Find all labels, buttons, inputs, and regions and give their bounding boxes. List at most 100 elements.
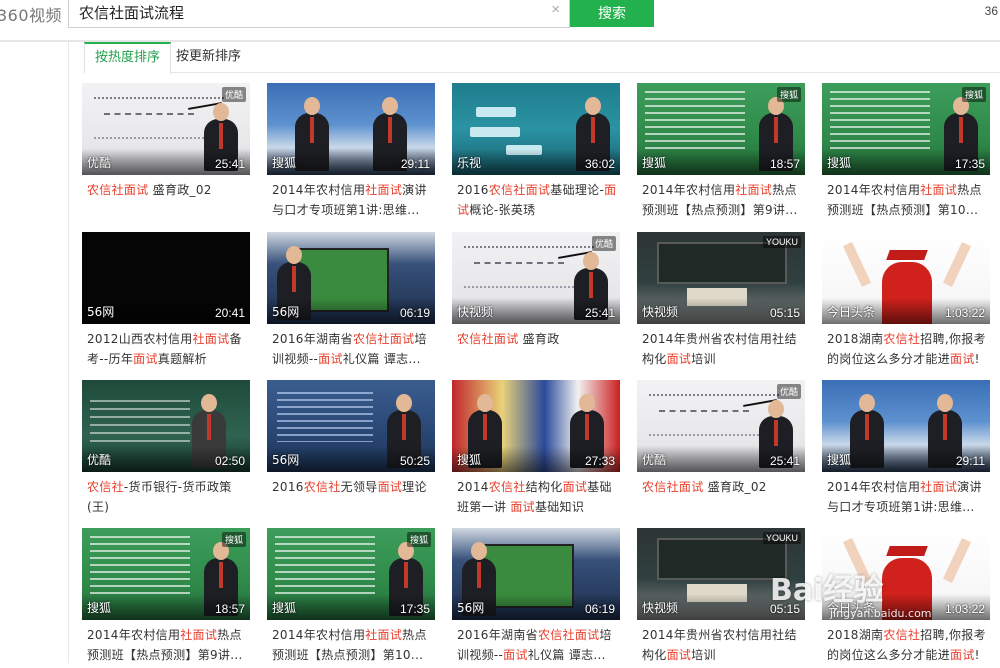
video-card[interactable]: 搜狐 29:11 2014年农村信用社面试演讲与口才专项班第1讲:思维... — [822, 380, 990, 520]
video-thumbnail[interactable]: 搜狐 29:11 — [822, 380, 990, 472]
title-text: 2014年贵州省农村信用社结构化 — [642, 628, 797, 662]
video-card[interactable]: 56网 50:25 2016农信社无领导面试理论 — [267, 380, 435, 520]
site-logo[interactable]: 360视频 — [0, 2, 62, 26]
title-text: 2018湖南 — [827, 628, 884, 642]
clear-icon[interactable]: × — [551, 1, 560, 18]
title-keyword-highlight: 面试 — [503, 648, 528, 662]
tab-sort-by-popularity[interactable]: 按热度排序 — [84, 42, 172, 74]
title-text: 礼仪篇 谭志... — [527, 648, 606, 662]
video-source-label: 搜狐 — [272, 156, 297, 170]
title-text: 2014年农村信用 — [827, 183, 921, 197]
video-card[interactable]: 搜狐 29:11 2014年农村信用社面试演讲与口才专项班第1讲:思维... — [267, 83, 435, 223]
video-card[interactable]: YOUKU 快视频 05:15 2014年贵州省农村信用社结构化面试培训 — [637, 232, 805, 372]
search-input-value[interactable]: 农信社面试流程 — [79, 2, 184, 23]
video-title-link[interactable]: 2016农信社无领导面试理论 — [272, 477, 434, 497]
video-title-link[interactable]: 2016年湖南省农信社面试培训视频--面试礼仪篇 谭志... — [272, 329, 434, 369]
video-source-label: 搜狐 — [272, 601, 297, 615]
video-thumbnail[interactable]: 56网 06:19 — [452, 528, 620, 620]
title-text: 2014年贵州省农村信用社结构化 — [642, 332, 797, 366]
video-title-link[interactable]: 2018湖南农信社招聘,你报考的岗位这么多分才能进面试! — [827, 329, 989, 369]
video-title-link[interactable]: 2014年贵州省农村信用社结构化面试培训 — [642, 625, 804, 665]
video-card[interactable]: 乐视 36:02 2016农信社面试基础理论-面试概论-张英琇 — [452, 83, 620, 223]
video-source-label: 乐视 — [457, 156, 482, 170]
video-card[interactable]: 优酷 优酷 25:41 农信社面试 盛育政_02 — [82, 83, 250, 223]
video-thumbnail[interactable]: 搜狐 搜狐 18:57 — [82, 528, 250, 620]
video-card[interactable]: 优酷 快视频 25:41 农信社面试 盛育政 — [452, 232, 620, 372]
video-card[interactable]: 56网 20:41 2012山西农村信用社面试备考--历年面试真题解析 — [82, 232, 250, 372]
video-duration: 50:25 — [399, 454, 430, 468]
video-thumbnail[interactable]: 今日头条 1:03:22 — [822, 232, 990, 324]
video-title-link[interactable]: 农信社-货币银行-货币政策(王) — [87, 477, 249, 517]
video-card[interactable]: 搜狐 27:33 2014农信社结构化面试基础班第一讲 面试基础知识 — [452, 380, 620, 520]
video-source-label: 56网 — [87, 305, 115, 319]
title-text: 基础知识 — [534, 500, 585, 514]
video-title-link[interactable]: 农信社面试 盛育政 — [457, 329, 619, 349]
video-card[interactable]: 搜狐 搜狐 17:35 2014年农村信用社面试热点预测班【热点预测】第10... — [267, 528, 435, 668]
title-text: 2014 — [457, 480, 489, 494]
title-keyword-highlight: 面试 — [377, 480, 403, 494]
video-duration: 25:41 — [769, 454, 800, 468]
video-title-link[interactable]: 2014年农村信用社面试热点预测班【热点预测】第9讲... — [642, 180, 804, 220]
video-title-link[interactable]: 2014年农村信用社面试热点预测班【热点预测】第9讲... — [87, 625, 249, 665]
video-thumbnail[interactable]: 56网 06:19 — [267, 232, 435, 324]
title-text: 培训 — [691, 352, 716, 366]
video-card[interactable]: 搜狐 搜狐 18:57 2014年农村信用社面试热点预测班【热点预测】第9讲... — [82, 528, 250, 668]
video-card[interactable]: 56网 06:19 2016年湖南省农信社面试培训视频--面试礼仪篇 谭志... — [452, 528, 620, 668]
video-title-link[interactable]: 2018湖南农信社招聘,你报考的岗位这么多分才能进面试! — [827, 625, 989, 665]
title-keyword-highlight: 农信社 — [87, 480, 124, 494]
video-source-label: 56网 — [272, 305, 300, 319]
search-input[interactable]: 农信社面试流程 × — [68, 0, 570, 28]
video-source-label: 快视频 — [642, 305, 679, 319]
video-card[interactable]: 搜狐 搜狐 18:57 2014年农村信用社面试热点预测班【热点预测】第9讲... — [637, 83, 805, 223]
video-title-link[interactable]: 农信社面试 盛育政_02 — [642, 477, 804, 497]
video-card[interactable]: 优酷 优酷 25:41 农信社面试 盛育政_02 — [637, 380, 805, 520]
video-thumbnail[interactable]: 搜狐 搜狐 17:35 — [267, 528, 435, 620]
title-keyword-highlight: 农信社面试 — [537, 628, 600, 642]
video-title-link[interactable]: 2014年农村信用社面试演讲与口才专项班第1讲:思维... — [272, 180, 434, 220]
video-thumbnail[interactable]: 搜狐 搜狐 17:35 — [822, 83, 990, 175]
title-keyword-highlight: 农信社面试 — [352, 332, 415, 346]
video-card[interactable]: 搜狐 搜狐 17:35 2014年农村信用社面试热点预测班【热点预测】第10... — [822, 83, 990, 223]
title-text: 2014年农村信用 — [87, 628, 181, 642]
video-title-link[interactable]: 2012山西农村信用社面试备考--历年面试真题解析 — [87, 329, 249, 369]
video-thumbnail[interactable]: 56网 20:41 — [82, 232, 250, 324]
sort-tabs: 按热度排序 按更新排序 — [84, 42, 1000, 74]
video-title-link[interactable]: 2016年湖南省农信社面试培训视频--面试礼仪篇 谭志... — [457, 625, 619, 665]
video-title-link[interactable]: 2014年贵州省农村信用社结构化面试培训 — [642, 329, 804, 369]
title-text: 盛育政 — [518, 332, 560, 346]
video-thumbnail[interactable]: YOUKU 快视频 05:15 — [637, 232, 805, 324]
video-thumbnail[interactable]: 乐视 36:02 — [452, 83, 620, 175]
video-title-link[interactable]: 2014年农村信用社面试演讲与口才专项班第1讲:思维... — [827, 477, 989, 517]
video-title-link[interactable]: 2014年农村信用社面试热点预测班【热点预测】第10... — [272, 625, 434, 665]
title-text: 2014年农村信用 — [642, 183, 736, 197]
video-duration: 29:11 — [400, 157, 430, 171]
tab-sort-by-update[interactable]: 按更新排序 — [166, 42, 251, 72]
video-duration: 27:33 — [584, 454, 615, 468]
title-text: 理论 — [402, 480, 427, 494]
video-thumbnail[interactable]: 优酷 快视频 25:41 — [452, 232, 620, 324]
video-thumbnail[interactable]: 搜狐 搜狐 18:57 — [637, 83, 805, 175]
search-button[interactable]: 搜索 — [570, 0, 654, 27]
video-card[interactable]: 今日头条 1:03:22 2018湖南农信社招聘,你报考的岗位这么多分才能进面试! — [822, 232, 990, 372]
video-title-link[interactable]: 2016农信社面试基础理论-面试概论-张英琇 — [457, 180, 619, 220]
video-source-label: 搜狐 — [827, 453, 852, 467]
title-text: 2016 — [272, 480, 304, 494]
video-duration: 06:19 — [584, 602, 615, 616]
video-title-link[interactable]: 农信社面试 盛育政_02 — [87, 180, 249, 200]
video-thumbnail[interactable]: 优酷 优酷 25:41 — [637, 380, 805, 472]
title-keyword-highlight: 社面试 — [365, 628, 403, 642]
video-thumbnail[interactable]: 优酷 02:50 — [82, 380, 250, 472]
video-card[interactable]: 56网 06:19 2016年湖南省农信社面试培训视频--面试礼仪篇 谭志... — [267, 232, 435, 372]
video-thumbnail[interactable]: 优酷 优酷 25:41 — [82, 83, 250, 175]
video-card[interactable]: 优酷 02:50 农信社-货币银行-货币政策(王) — [82, 380, 250, 520]
title-keyword-highlight: 面试 — [133, 352, 158, 366]
video-thumbnail[interactable]: 56网 50:25 — [267, 380, 435, 472]
video-title-link[interactable]: 2014年农村信用社面试热点预测班【热点预测】第10... — [827, 180, 989, 220]
video-thumbnail[interactable]: 搜狐 29:11 — [267, 83, 435, 175]
title-text: 2016年湖南省 — [457, 628, 538, 642]
title-keyword-highlight: 社面试 — [920, 183, 958, 197]
title-keyword-highlight: 农信社面试 — [488, 183, 551, 197]
video-title-link[interactable]: 2014农信社结构化面试基础班第一讲 面试基础知识 — [457, 477, 619, 517]
video-source-label: 优酷 — [87, 156, 112, 170]
video-thumbnail[interactable]: 搜狐 27:33 — [452, 380, 620, 472]
